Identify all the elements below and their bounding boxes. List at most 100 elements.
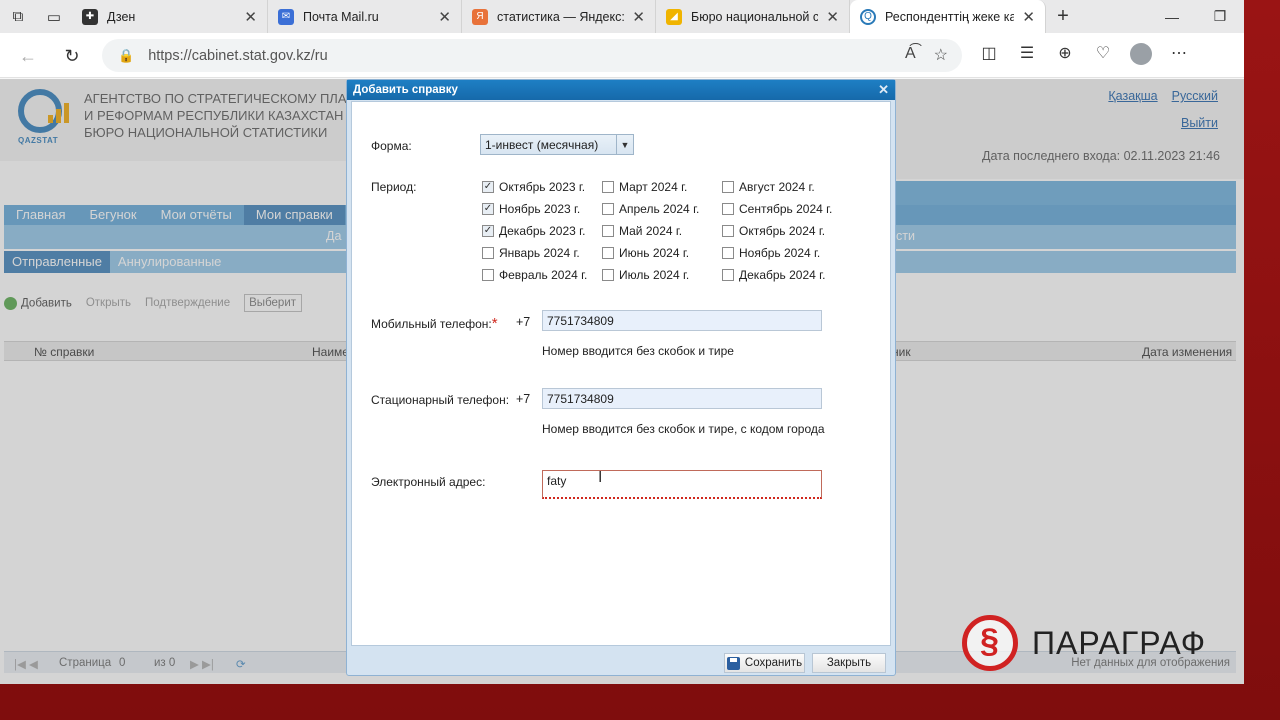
close-tab-icon[interactable]: ✕	[244, 8, 257, 26]
checkmark-icon[interactable]: ✓	[482, 181, 494, 193]
checkbox-icon[interactable]	[722, 203, 734, 215]
phone-input[interactable]: 7751734809	[542, 388, 822, 409]
paragraf-logo-icon	[962, 615, 1018, 671]
dialog-title: Добавить справку ✕	[347, 80, 895, 100]
new-tab-icon[interactable]: +	[1046, 5, 1080, 28]
mobile-phone-input[interactable]: 7751734809	[542, 310, 822, 331]
workspaces-icon[interactable]: ⧉	[0, 0, 36, 33]
period-label-text: Май 2024 г.	[619, 224, 683, 238]
period-label-text: Сентябрь 2024 г.	[739, 202, 833, 216]
period-label-text: Ноябрь 2024 г.	[739, 246, 821, 260]
chevron-down-icon[interactable]: ▼	[616, 135, 633, 154]
period-checkbox[interactable]: ✓ Декабрь 2023 г.	[482, 224, 585, 238]
tab-stat-bureau[interactable]: ◢ Бюро национальной ст ✕	[656, 0, 850, 33]
email-label: Электронный адрес:	[371, 475, 486, 489]
required-asterisk: *	[491, 315, 498, 332]
tab-cabinet[interactable]: Q Респонденттің жеке каб ✕	[850, 0, 1046, 33]
period-checkbox[interactable]: Ноябрь 2024 г.	[722, 246, 820, 260]
health-icon[interactable]: ♡	[1092, 43, 1114, 70]
lock-icon[interactable]: 🔒	[118, 48, 134, 64]
url-text: https://cabinet.stat.gov.kz/ru	[148, 47, 328, 64]
tab-dzen[interactable]: ✚ Дзен ✕	[72, 0, 268, 33]
dzen-favicon-icon: ✚	[82, 8, 98, 25]
yandex-favicon-icon: Я	[472, 8, 488, 25]
close-tab-icon[interactable]: ✕	[632, 8, 645, 26]
add-certificate-dialog: Добавить справку ✕ Форма: 1-инвест (меся…	[346, 79, 896, 676]
period-checkbox[interactable]: Март 2024 г.	[602, 180, 687, 194]
minimize-icon[interactable]: —	[1148, 9, 1196, 25]
period-checkbox[interactable]: ✓ Ноябрь 2023 г.	[482, 202, 580, 216]
tab-yandex[interactable]: Я статистика — Яндекс: на ✕	[462, 0, 656, 33]
tab-actions-icon[interactable]: ▭	[36, 0, 72, 33]
tab-title: Респонденттің жеке каб	[885, 9, 1015, 24]
period-label-text: Март 2024 г.	[619, 180, 688, 194]
period-label-text: Октябрь 2023 г.	[499, 180, 586, 194]
window-controls: — ❐	[1148, 0, 1244, 33]
checkbox-icon[interactable]	[722, 225, 734, 237]
period-checkbox[interactable]: Май 2024 г.	[602, 224, 682, 238]
favorite-star-icon[interactable]: ☆	[934, 45, 948, 65]
period-checkbox[interactable]: Сентябрь 2024 г.	[722, 202, 832, 216]
period-checkbox[interactable]: Июль 2024 г.	[602, 268, 689, 282]
checkbox-icon[interactable]	[602, 181, 614, 193]
tab-title: статистика — Яндекс: на	[497, 9, 625, 24]
checkbox-icon[interactable]	[482, 247, 494, 259]
more-menu-icon[interactable]: ⋯	[1168, 43, 1190, 70]
dialog-body: Форма: 1-инвест (месячная) ▼ Период: ✓ Ок…	[351, 101, 891, 646]
close-tab-icon[interactable]: ✕	[438, 8, 451, 26]
period-checkbox[interactable]: Июнь 2024 г.	[602, 246, 689, 260]
back-icon[interactable]: ←	[14, 42, 42, 70]
form-select[interactable]: 1-инвест (месячная) ▼	[480, 134, 634, 155]
period-label: Период:	[371, 180, 417, 194]
checkbox-icon[interactable]	[722, 247, 734, 259]
url-field[interactable]: 🔒 https://cabinet.stat.gov.kz/ru A͡ ☆	[102, 39, 962, 72]
split-screen-icon[interactable]: ◫	[978, 43, 1000, 70]
checkbox-icon[interactable]	[482, 269, 494, 281]
close-tab-icon[interactable]: ✕	[1022, 8, 1035, 26]
period-checkbox[interactable]: Январь 2024 г.	[482, 246, 580, 260]
phone-hint: Номер вводится без скобок и тире, с кодо…	[542, 422, 825, 436]
email-input[interactable]: faty	[542, 470, 822, 499]
refresh-icon[interactable]: ↻	[58, 42, 86, 70]
text-cursor-icon: I	[598, 469, 603, 486]
stat-favicon-icon: ◢	[666, 8, 682, 25]
save-button[interactable]: Сохранить	[724, 653, 805, 673]
checkmark-icon[interactable]: ✓	[482, 203, 494, 215]
tab-mail[interactable]: ✉ Почта Mail.ru ✕	[268, 0, 462, 33]
checkbox-icon[interactable]	[602, 269, 614, 281]
period-checkbox[interactable]: Февраль 2024 г.	[482, 268, 587, 282]
close-tab-icon[interactable]: ✕	[826, 8, 839, 26]
paragraf-watermark: ПАРАГРАФ	[962, 615, 1206, 671]
period-label-text: Август 2024 г.	[739, 180, 815, 194]
close-button[interactable]: Закрыть	[812, 653, 886, 673]
period-checkbox[interactable]: Апрель 2024 г.	[602, 202, 699, 216]
period-checkbox[interactable]: Октябрь 2024 г.	[722, 224, 825, 238]
period-label-text: Декабрь 2024 г.	[739, 268, 826, 282]
favorites-icon[interactable]: ☰	[1016, 43, 1038, 70]
profile-avatar[interactable]	[1130, 43, 1152, 70]
mobile-prefix: +7	[516, 315, 531, 329]
address-bar: ← ↻ 🔒 https://cabinet.stat.gov.kz/ru A͡ …	[0, 33, 1244, 78]
dialog-footer: Сохранить Закрыть	[347, 650, 895, 676]
maximize-icon[interactable]: ❐	[1196, 8, 1244, 25]
read-aloud-icon[interactable]: A͡	[905, 45, 916, 65]
period-checkbox[interactable]: Август 2024 г.	[722, 180, 815, 194]
mail-favicon-icon: ✉	[278, 8, 294, 25]
checkbox-icon[interactable]	[602, 247, 614, 259]
mobile-label: Мобильный телефон:*	[371, 315, 498, 332]
period-checkbox[interactable]: ✓ Октябрь 2023 г.	[482, 180, 585, 194]
close-icon[interactable]: ✕	[878, 82, 889, 98]
checkbox-icon[interactable]	[722, 181, 734, 193]
collections-icon[interactable]: ⊕	[1054, 43, 1076, 70]
checkbox-icon[interactable]	[602, 225, 614, 237]
tab-title: Почта Mail.ru	[303, 9, 379, 24]
tab-title: Бюро национальной ст	[691, 9, 819, 24]
save-disk-icon	[726, 656, 740, 670]
checkbox-icon[interactable]	[722, 269, 734, 281]
checkbox-icon[interactable]	[602, 203, 614, 215]
watermark-text: ПАРАГРАФ	[1032, 624, 1207, 661]
period-checkbox[interactable]: Декабрь 2024 г.	[722, 268, 825, 282]
checkmark-icon[interactable]: ✓	[482, 225, 494, 237]
period-label-text: Апрель 2024 г.	[619, 202, 700, 216]
period-label-text: Декабрь 2023 г.	[499, 224, 586, 238]
